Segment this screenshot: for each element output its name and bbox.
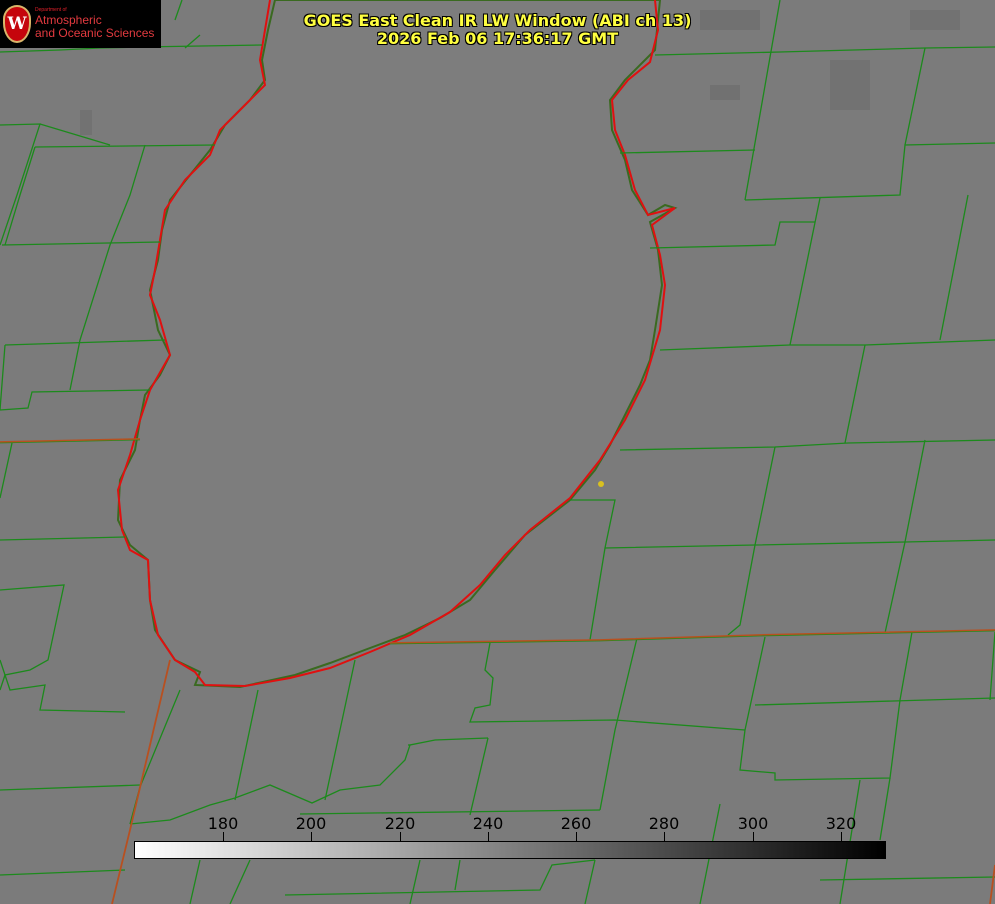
colorbar-tick: [400, 832, 401, 842]
colorbar-tick: [223, 832, 224, 842]
colorbar-tick-label: 180: [207, 814, 239, 833]
colorbar-tick-label: 260: [560, 814, 592, 833]
colorbar-tick: [311, 832, 312, 842]
satellite-image-view: W Department of Atmospheric and Oceanic …: [0, 0, 995, 904]
map-overlay: [0, 0, 995, 904]
lake-michigan: [116, 0, 678, 689]
colorbar-tick-label: 280: [648, 814, 680, 833]
colorbar-tick: [753, 832, 754, 842]
colorbar-tick: [841, 832, 842, 842]
colorbar-tick: [488, 832, 489, 842]
colorbar: [134, 841, 886, 859]
location-marker: [598, 481, 604, 487]
colorbar-tick-label: 240: [472, 814, 504, 833]
image-title: GOES East Clean IR LW Window (ABI ch 13): [303, 11, 692, 30]
colorbar-tick: [576, 832, 577, 842]
colorbar-tick-label: 200: [295, 814, 327, 833]
colorbar-tick: [664, 832, 665, 842]
colorbar-tick-label: 300: [737, 814, 769, 833]
image-timestamp: 2026 Feb 06 17:36:17 GMT: [376, 29, 619, 48]
colorbar-tick-label: 320: [825, 814, 857, 833]
colorbar-tick-label: 220: [384, 814, 416, 833]
